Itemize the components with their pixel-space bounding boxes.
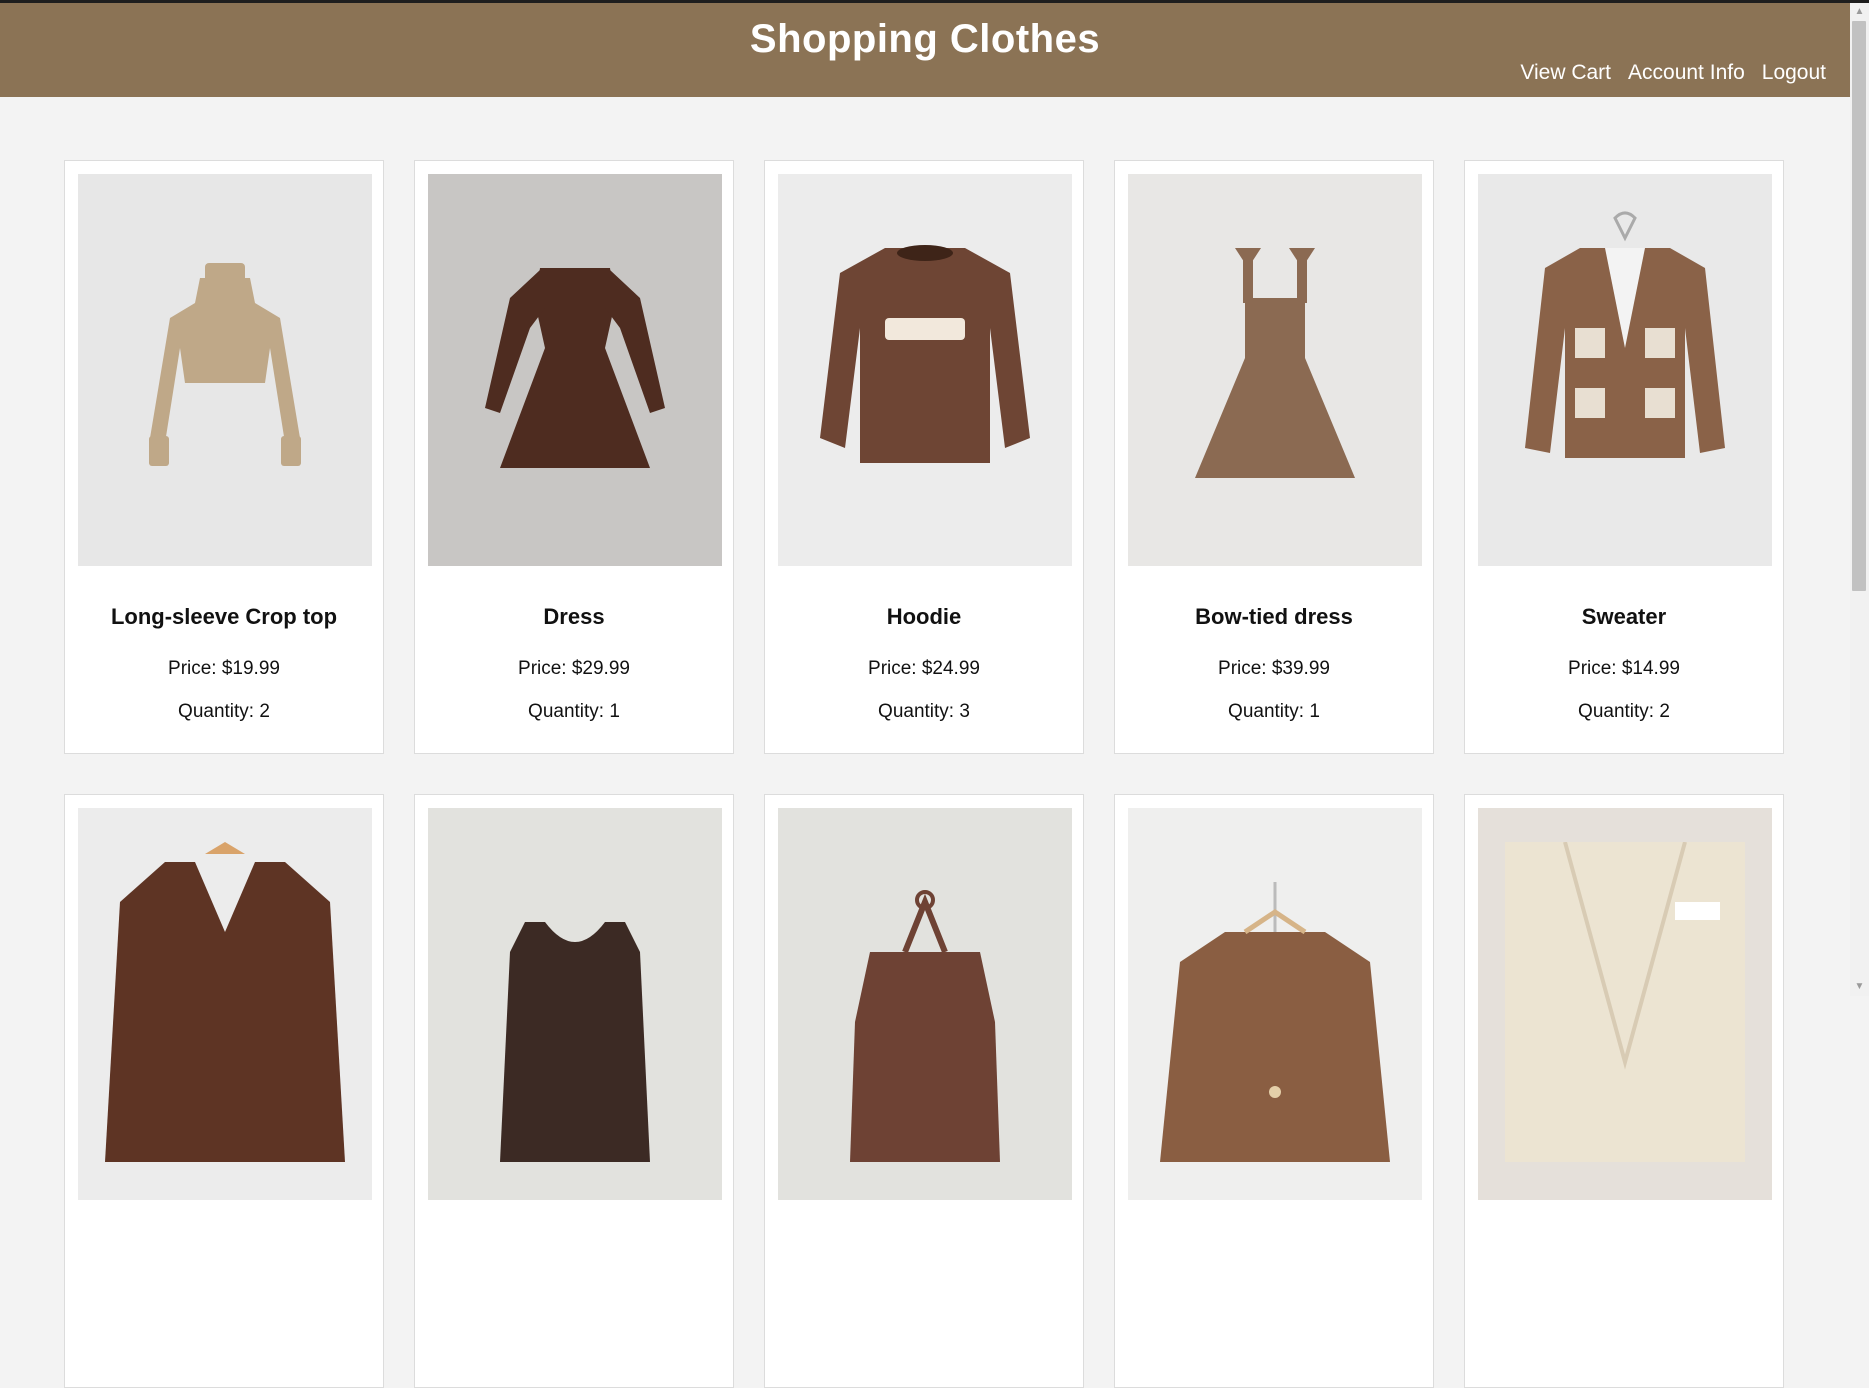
product-card[interactable] — [1114, 794, 1434, 1388]
cream-cardigan-icon — [1505, 840, 1745, 1167]
product-name: Bow-tied dress — [1195, 604, 1353, 629]
cable-knit-cardigan-icon — [1155, 842, 1395, 1167]
product-image[interactable] — [1478, 174, 1772, 566]
halter-top-icon — [805, 842, 1045, 1167]
logout-link[interactable]: Logout — [1762, 61, 1826, 85]
product-name: Hoodie — [886, 604, 962, 629]
product-image[interactable] — [778, 174, 1072, 566]
product-image[interactable] — [78, 174, 372, 566]
product-image[interactable] — [778, 808, 1072, 1200]
product-image[interactable] — [1478, 808, 1772, 1200]
product-quantity: Quantity: 2 — [178, 701, 270, 722]
product-image[interactable] — [428, 174, 722, 566]
long-sleeve-dress-icon — [455, 208, 695, 533]
account-info-link[interactable]: Account Info — [1628, 61, 1745, 85]
product-image[interactable] — [78, 808, 372, 1200]
scroll-down-arrow-icon[interactable]: ▼ — [1850, 980, 1869, 994]
v-neck-sweater-icon — [105, 841, 345, 1167]
product-quantity: Quantity: 1 — [1228, 701, 1320, 722]
product-price: Price: $39.99 — [1218, 658, 1330, 679]
product-name: Sweater — [1581, 604, 1667, 629]
header-nav: View Cart Account Info Logout — [1520, 61, 1826, 85]
strap-dress-icon — [1155, 208, 1395, 533]
product-price: Price: $19.99 — [168, 658, 280, 679]
product-card[interactable] — [764, 794, 1084, 1388]
product-card[interactable]: Dress Price: $29.99 Quantity: 1 — [414, 160, 734, 754]
crop-top-icon — [105, 208, 345, 533]
product-price: Price: $24.99 — [868, 658, 980, 679]
sweatshirt-icon — [805, 208, 1045, 533]
product-card[interactable]: Hoodie Price: $24.99 Quantity: 3 — [764, 160, 1084, 754]
product-card[interactable]: Long-sleeve Crop top Price: $19.99 Quant… — [64, 160, 384, 754]
product-card[interactable]: Sweater Price: $14.99 Quantity: 2 — [1464, 160, 1784, 754]
scoop-neck-top-icon — [455, 842, 695, 1167]
scroll-thumb[interactable] — [1852, 21, 1866, 591]
product-quantity: Quantity: 2 — [1578, 701, 1670, 722]
product-image[interactable] — [1128, 808, 1422, 1200]
product-image[interactable] — [1128, 174, 1422, 566]
product-quantity: Quantity: 1 — [528, 701, 620, 722]
site-header: Shopping Clothes View Cart Account Info … — [0, 3, 1850, 97]
product-card[interactable]: Bow-tied dress Price: $39.99 Quantity: 1 — [1114, 160, 1434, 754]
view-cart-link[interactable]: View Cart — [1520, 61, 1611, 85]
product-name: Dress — [543, 604, 605, 629]
product-quantity: Quantity: 3 — [878, 701, 970, 722]
product-card[interactable] — [64, 794, 384, 1388]
product-price: Price: $14.99 — [1568, 658, 1680, 679]
product-card[interactable] — [1464, 794, 1784, 1388]
product-card[interactable] — [414, 794, 734, 1388]
page-scrollbar[interactable]: ▲ ▼ — [1850, 3, 1869, 996]
product-image[interactable] — [428, 808, 722, 1200]
cardigan-icon — [1505, 208, 1745, 533]
site-title: Shopping Clothes — [749, 17, 1101, 61]
product-name: Long-sleeve Crop top — [110, 604, 338, 629]
scroll-up-arrow-icon[interactable]: ▲ — [1850, 5, 1869, 19]
product-price: Price: $29.99 — [518, 658, 630, 679]
